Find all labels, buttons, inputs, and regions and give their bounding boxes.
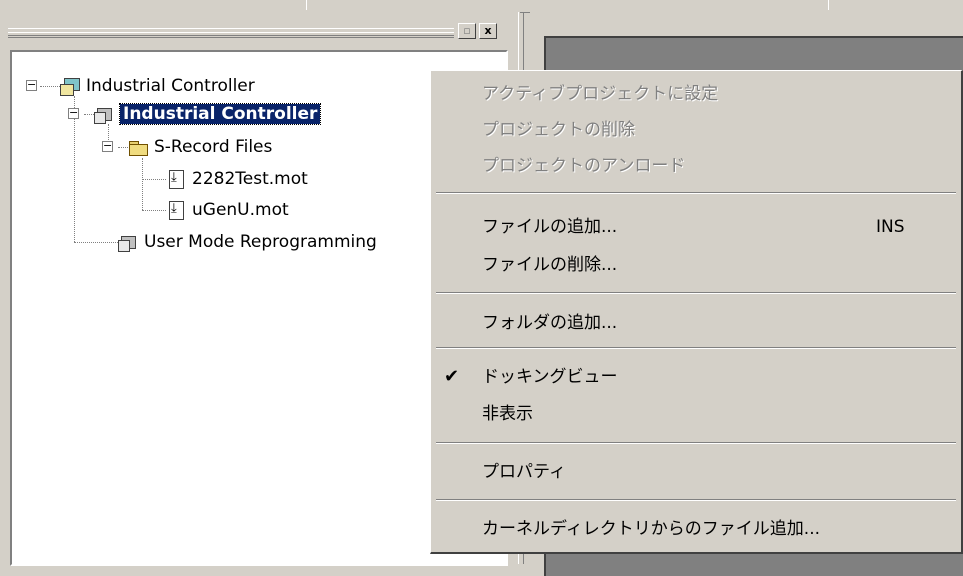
- menu-separator: [436, 292, 956, 294]
- menu-item-label: フォルダの追加...: [482, 313, 618, 333]
- context-menu: アクティブプロジェクトに設定 プロジェクトの削除 プロジェクトのアンロード ファ…: [430, 70, 963, 554]
- mot-file-icon: [166, 200, 186, 220]
- menu-item-label: プロジェクトの削除: [482, 120, 635, 140]
- checkmark-icon: ✔: [444, 366, 460, 387]
- menu-separator: [436, 347, 956, 349]
- mot-file-icon: [166, 169, 186, 189]
- toolbar-separator: [828, 0, 829, 10]
- tree-item-file[interactable]: 2282Test.mot: [166, 167, 308, 191]
- menu-item-docking-view[interactable]: ✔ ドッキングビュー: [434, 359, 958, 395]
- panel-close-button[interactable]: x: [479, 23, 497, 39]
- menu-separator: [436, 442, 956, 444]
- tree-item-project-selected[interactable]: Industrial Controller: [94, 102, 322, 126]
- panel-restore-button[interactable]: ▫: [458, 23, 476, 39]
- tree-item-label: uGenU.mot: [192, 200, 289, 220]
- menu-item-delete-project[interactable]: プロジェクトの削除: [434, 112, 958, 148]
- menu-item-label: プロパティ: [482, 462, 566, 482]
- tree-connector: [118, 147, 128, 148]
- collapse-root-toggle[interactable]: −: [26, 79, 37, 91]
- tree-connector: [142, 158, 143, 210]
- toolbar-separator: [306, 0, 307, 10]
- menu-item-unload-project[interactable]: プロジェクトのアンロード: [434, 148, 958, 184]
- collapse-project-toggle[interactable]: −: [68, 107, 79, 119]
- menu-item-label: カーネルディレクトリからのファイル追加...: [482, 519, 821, 539]
- menu-item-label: アクティブプロジェクトに設定: [482, 84, 719, 104]
- menu-separator: [436, 192, 956, 194]
- tree-item-label: Industrial Controller: [118, 103, 322, 125]
- menu-item-label: ファイルの追加...: [482, 217, 618, 237]
- tree-item-project[interactable]: User Mode Reprogramming: [118, 230, 377, 254]
- tree-connector: [84, 114, 94, 115]
- menu-item-delete-file[interactable]: ファイルの削除...: [434, 247, 958, 283]
- tree-connector: [74, 242, 118, 243]
- project-icon: [94, 104, 114, 124]
- tree-item-label: S-Record Files: [154, 137, 273, 157]
- tree-item-workspace[interactable]: Industrial Controller: [60, 74, 255, 98]
- menu-item-hide[interactable]: 非表示: [434, 396, 958, 432]
- panel-drag-grip[interactable]: [8, 28, 454, 38]
- menu-item-add-folder[interactable]: フォルダの追加...: [434, 305, 958, 341]
- menu-item-label: ドッキングビュー: [482, 367, 618, 387]
- tree-item-folder[interactable]: S-Record Files: [128, 135, 272, 159]
- menu-item-label: ファイルの削除...: [482, 255, 618, 275]
- menu-item-add-from-kernel[interactable]: カーネルディレクトリからのファイル追加...: [434, 511, 958, 547]
- collapse-folder-toggle[interactable]: −: [102, 140, 113, 152]
- tree-connector: [142, 179, 166, 180]
- tree-item-label: User Mode Reprogramming: [144, 232, 377, 252]
- tree-connector: [142, 210, 166, 211]
- menu-separator: [436, 499, 956, 501]
- tree-item-label: 2282Test.mot: [192, 169, 308, 189]
- menu-item-set-active-project[interactable]: アクティブプロジェクトに設定: [434, 76, 958, 112]
- tree-connector: [40, 86, 60, 87]
- project-icon: [118, 232, 138, 252]
- menu-item-label: プロジェクトのアンロード: [482, 156, 686, 176]
- tree-item-label: Industrial Controller: [86, 76, 255, 96]
- folder-icon: [128, 137, 148, 157]
- menu-item-label: 非表示: [482, 404, 533, 424]
- tree-item-file[interactable]: uGenU.mot: [166, 198, 289, 222]
- menu-item-shortcut: INS: [876, 217, 905, 237]
- menu-item-add-file[interactable]: ファイルの追加... INS: [434, 209, 958, 245]
- workspace-icon: [60, 76, 80, 96]
- menu-item-properties[interactable]: プロパティ: [434, 454, 958, 490]
